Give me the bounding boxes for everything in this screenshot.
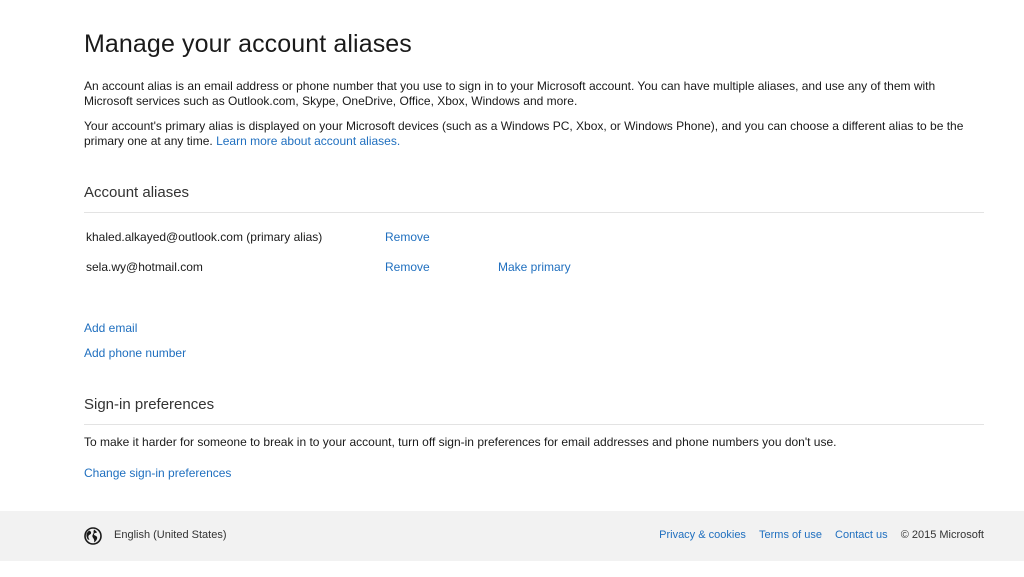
change-signin-preferences-link[interactable]: Change sign-in preferences — [84, 466, 231, 480]
remove-alias-button[interactable]: Remove — [385, 260, 430, 274]
footer: English (United States) Privacy & cookie… — [0, 511, 1024, 561]
aliases-divider — [84, 212, 984, 213]
add-phone-number-link[interactable]: Add phone number — [84, 346, 186, 360]
remove-alias-button[interactable]: Remove — [385, 230, 430, 244]
make-primary-button[interactable]: Make primary — [498, 260, 571, 274]
learn-more-aliases-link[interactable]: Learn more about account aliases. — [216, 134, 400, 148]
primary-alias-paragraph: Your account's primary alias is displaye… — [84, 119, 984, 149]
terms-of-use-link[interactable]: Terms of use — [759, 529, 822, 541]
alias-row: khaled.alkayed@outlook.com (primary alia… — [84, 230, 984, 246]
footer-links: Privacy & cookies Terms of use Contact u… — [649, 529, 984, 541]
manage-aliases-page: Manage your account aliases An account a… — [0, 0, 1024, 577]
add-email-link[interactable]: Add email — [84, 321, 137, 335]
alias-row: sela.wy@hotmail.com Remove Make primary — [84, 260, 984, 276]
account-aliases-heading: Account aliases — [84, 184, 190, 201]
alias-email: sela.wy@hotmail.com — [86, 260, 203, 274]
language-selector[interactable]: English (United States) — [114, 529, 227, 541]
copyright-text: © 2015 Microsoft — [900, 529, 984, 541]
alias-email: khaled.alkayed@outlook.com (primary alia… — [86, 230, 323, 244]
privacy-cookies-link[interactable]: Privacy & cookies — [659, 529, 746, 541]
signin-preferences-description: To make it harder for someone to break i… — [84, 435, 837, 449]
contact-us-link[interactable]: Contact us — [835, 529, 888, 541]
signin-divider — [84, 424, 984, 425]
globe-icon[interactable] — [84, 527, 102, 545]
intro-paragraph: An account alias is an email address or … — [84, 79, 936, 108]
signin-preferences-heading: Sign-in preferences — [84, 396, 215, 413]
page-title: Manage your account aliases — [84, 30, 412, 58]
